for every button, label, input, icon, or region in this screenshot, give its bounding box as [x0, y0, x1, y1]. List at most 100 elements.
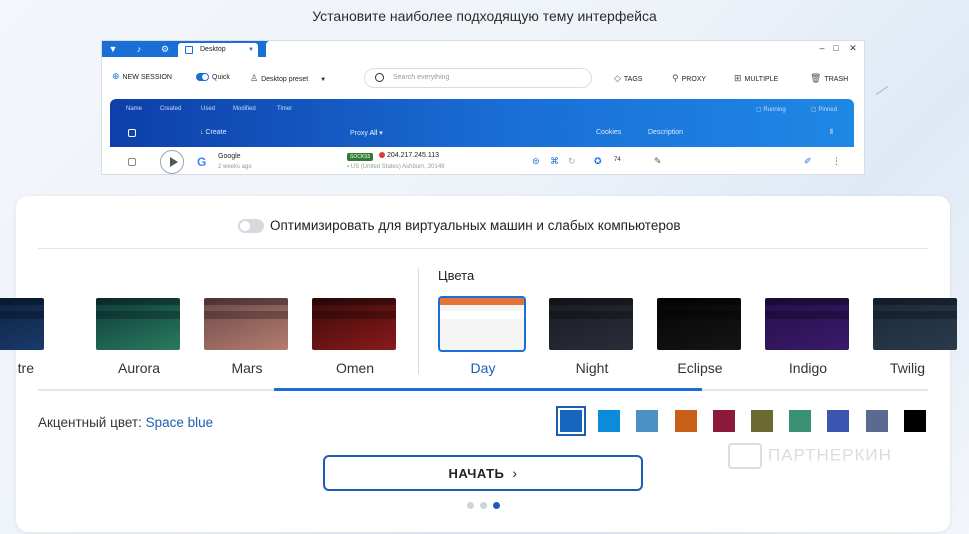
theme-option[interactable]: Aurora [96, 298, 182, 376]
watermark-logo-icon [728, 443, 762, 469]
pagination-dot[interactable] [480, 502, 487, 509]
theme-name: Omen [335, 360, 375, 376]
tab-icon [185, 46, 193, 54]
share-icon: ⌘ [550, 156, 559, 166]
close-icon: ✕ [849, 43, 857, 53]
chevron-down-icon: ▼ [248, 47, 254, 53]
accent-swatch[interactable] [789, 410, 812, 432]
divider [38, 248, 928, 249]
more-icon: ⋮ [832, 156, 841, 166]
decorative-line [875, 86, 889, 95]
theme-name: Twilig [890, 360, 926, 376]
proxy-ip: 204.217.245.113 [376, 152, 439, 159]
optimize-label: Оптимизировать для виртуальных машин и с… [270, 218, 681, 233]
preset-item: ♙ Desktop preset ▼ [250, 73, 327, 83]
page-heading: Установите наиболее подходящую тему инте… [312, 8, 657, 24]
accent-color-label: Акцентный цвет: Space blue [38, 415, 214, 430]
bell-icon: ♪ [136, 44, 142, 54]
new-session-item: ⊕ NEW SESSION [112, 71, 172, 81]
accent-swatch[interactable] [674, 410, 697, 432]
accent-swatch[interactable] [827, 410, 850, 432]
trash-icon: 🗑 [810, 73, 822, 83]
accent-swatch[interactable] [636, 410, 659, 432]
theme-name: Day [470, 360, 496, 376]
pagination-dot[interactable] [467, 502, 474, 509]
theme-name: tre [17, 360, 34, 376]
select-all-checkbox [128, 129, 136, 137]
proxy-location: ▪ US (United States) Ashburn, 20149 [347, 164, 445, 170]
watermark: ПАРТНЕРКИН [728, 443, 892, 469]
quick-toggle [196, 73, 209, 81]
colors-group-label: Цвета [438, 268, 475, 283]
quick-item: Quick [196, 73, 230, 81]
shield-icon: ▼ [108, 44, 118, 54]
google-icon: G [197, 155, 207, 169]
plus-circle-icon: ⊕ [112, 71, 120, 81]
pagination-dot[interactable] [493, 502, 500, 509]
minimize-icon: – [819, 43, 825, 53]
theme-thumbnail [765, 298, 849, 350]
start-button[interactable]: НАЧАТЬ › [323, 455, 643, 491]
app-preview: ▼ ♪ ⚙ Desktop ▼ – □ ✕ ⊕ NEW SESSION Quick… [101, 40, 865, 175]
pinned-filter: ▢ Pinned [811, 107, 838, 113]
theme-thumbnail [873, 298, 957, 350]
status-dot [379, 152, 385, 159]
user-icon: ♙ [250, 73, 259, 83]
proxy-column: Proxy All ▾ [350, 130, 383, 137]
proxy-item: ⚲ PROXY [672, 73, 707, 83]
optimize-toggle[interactable] [238, 219, 264, 233]
theme-name: Mars [231, 360, 263, 376]
theme-option[interactable]: Indigo [765, 298, 851, 376]
play-icon [160, 150, 184, 174]
running-filter: ▢ Running [756, 107, 786, 113]
theme-name: Eclipse [677, 360, 723, 376]
create-column: ↓ Create [200, 129, 227, 136]
accent-swatch[interactable] [712, 410, 735, 432]
search-icon [375, 73, 384, 82]
preview-titlebar: ▼ ♪ ⚙ Desktop ▼ – □ ✕ [102, 41, 864, 57]
accent-swatch[interactable] [598, 410, 621, 432]
theme-name: Night [575, 360, 609, 376]
accent-swatch[interactable] [751, 410, 773, 432]
theme-scrollbar-thumb[interactable] [274, 388, 702, 391]
accent-swatch[interactable] [556, 406, 586, 436]
theme-thumbnail [549, 298, 633, 350]
accent-swatch[interactable] [865, 410, 888, 432]
theme-name: Aurora [117, 360, 161, 376]
accent-color-value: Space blue [145, 415, 214, 430]
theme-option[interactable]: Twilig [873, 298, 959, 376]
proxy-icon: ⚲ [672, 73, 679, 83]
theme-thumbnail [657, 298, 741, 350]
pin-icon: ✐ [804, 156, 812, 166]
theme-option[interactable]: Mars [204, 298, 290, 376]
tags-item: ◇ TAGS [614, 73, 643, 83]
chevron-right-icon: › [512, 465, 518, 481]
chevron-down-icon: ▼ [320, 77, 327, 83]
theme-option[interactable]: tre [0, 298, 46, 376]
theme-option[interactable]: Night [549, 298, 635, 376]
gear-icon: ⚙ [160, 44, 170, 54]
sync-icon: ⊜ [532, 156, 540, 166]
preview-toolbar: ⊕ NEW SESSION Quick ♙ Desktop preset ▼ Sear… [102, 61, 864, 95]
preview-table-header: Name Created Used Modified Timer ▢ Runni… [110, 99, 854, 147]
multiple-item: ⊞ MULTIPLE [734, 73, 779, 83]
theme-thumbnail [0, 298, 44, 350]
columns-icon: ⫴ [830, 129, 833, 136]
maximize-icon: □ [833, 43, 839, 53]
grid-icon: ⊞ [734, 73, 742, 83]
accent-swatch[interactable] [903, 410, 926, 432]
theme-name: Indigo [788, 360, 828, 376]
theme-option[interactable]: Eclipse [657, 298, 743, 376]
trash-item: 🗑 TRASH [810, 73, 849, 83]
theme-settings-card: Оптимизировать для виртуальных машин и с… [0, 196, 957, 532]
preview-tab: Desktop ▼ [178, 43, 258, 57]
refresh-icon: ↻ [568, 156, 576, 166]
edit-icon: ✎ [654, 156, 662, 166]
themes-separator [418, 268, 419, 374]
preview-tab-label: Desktop [200, 46, 226, 53]
theme-option[interactable]: Omen [312, 298, 398, 376]
theme-option[interactable]: Day [438, 296, 526, 376]
theme-thumbnail [438, 296, 526, 352]
preview-table-row: G Google 2 weeks ago SOCKS5 204.217.245.… [110, 147, 854, 174]
theme-thumbnail [204, 298, 288, 350]
